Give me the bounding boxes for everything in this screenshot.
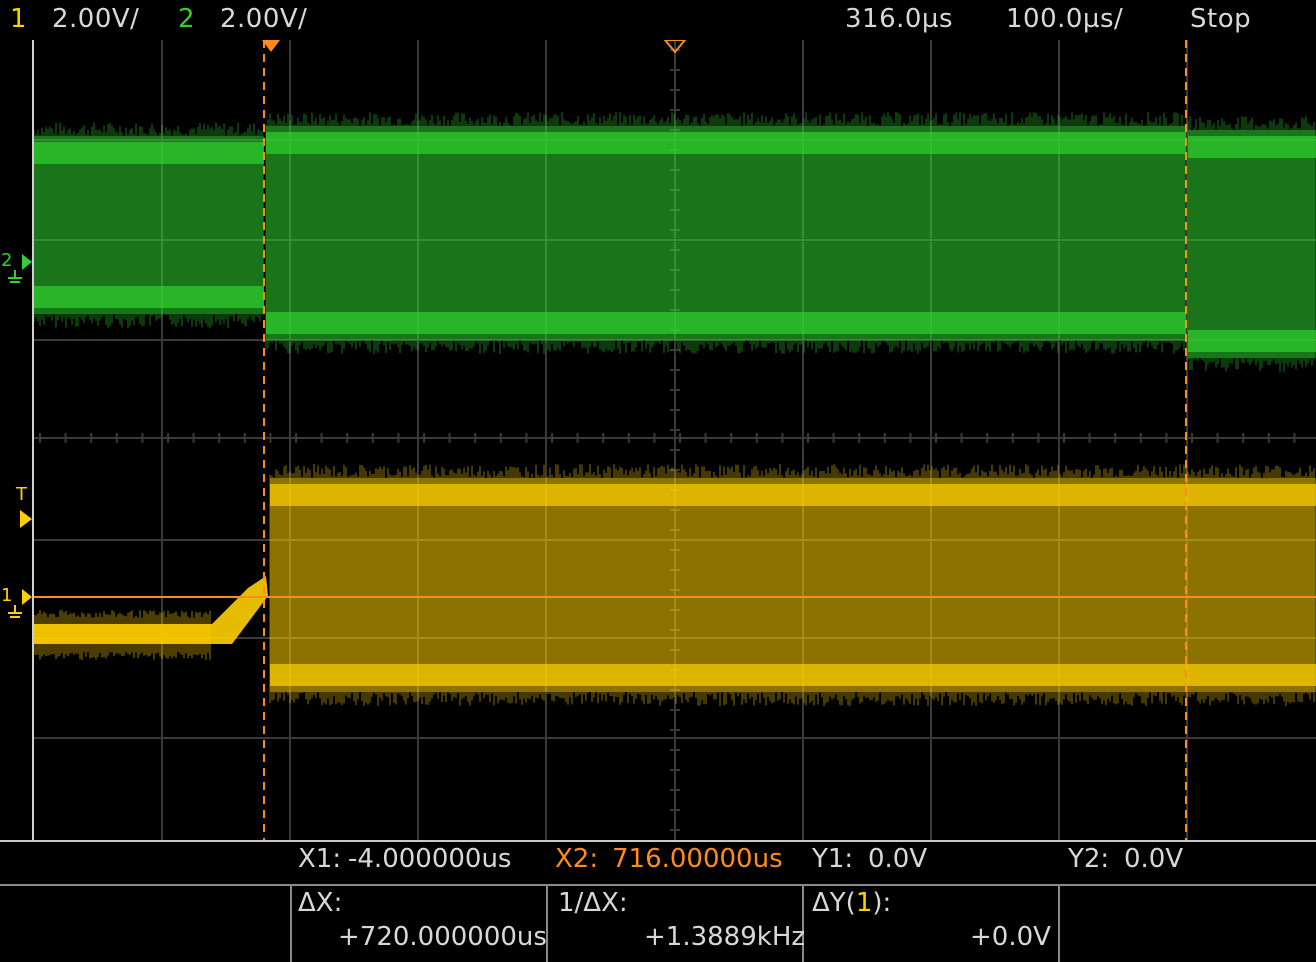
y1-label: Y1:: [812, 844, 854, 874]
readout-divider: [0, 884, 1316, 886]
inverse-delta-x-value: +1.3889kHz: [644, 922, 806, 952]
ch2-scale[interactable]: 2.00V/: [220, 4, 307, 34]
ch1-ground-marker[interactable]: 1: [0, 583, 34, 625]
ground-arrow-icon: [8, 589, 32, 618]
ch1-scale[interactable]: 2.00V/: [52, 4, 139, 34]
ch2-band-pre-edge: [34, 142, 264, 164]
ch1-trace: [33, 464, 1316, 706]
ch1-number[interactable]: 1: [10, 4, 27, 34]
readout-separator: [1058, 884, 1060, 962]
ch1-pre-level: [34, 624, 212, 644]
cursor-readout-panel: X1: -4.000000us X2: 716.00000us Y1: 0.0V…: [0, 840, 1316, 962]
delta-y-label: ΔY(1):: [812, 888, 892, 918]
ch1-band-main-edge: [270, 484, 1316, 506]
inverse-delta-x-label: 1/ΔX:: [558, 888, 628, 918]
y2-label: Y2:: [1068, 844, 1110, 874]
ch2-band-main-edge: [266, 312, 1186, 334]
status-bar: 1 2.00V/ 2 2.00V/ 316.0µs 100.0µs/ Stop: [0, 0, 1316, 40]
timebase[interactable]: 100.0µs/: [1006, 4, 1123, 34]
ch2-trace: [33, 112, 1316, 372]
y2-value[interactable]: 0.0V: [1124, 844, 1183, 874]
delta-y-value: +0.0V: [970, 922, 1051, 952]
x1-value[interactable]: -4.000000us: [348, 844, 511, 874]
delta-x-value: +720.000000us: [338, 922, 547, 952]
ch2-band-main-edge: [266, 132, 1186, 154]
ch2-ground-marker[interactable]: 2: [0, 248, 34, 288]
horizontal-delay[interactable]: 316.0µs: [845, 4, 953, 34]
trigger-level-marker[interactable]: T: [0, 484, 34, 530]
ch2-number[interactable]: 2: [178, 4, 195, 34]
ch2-band-pre-edge: [34, 286, 264, 308]
ch1-band-main-fill: [270, 478, 1316, 692]
waveform-display[interactable]: 2 T 1: [0, 40, 1316, 840]
run-state[interactable]: Stop: [1190, 4, 1251, 34]
ground-arrow-icon: [8, 254, 32, 283]
delta-x-label: ΔX:: [298, 888, 343, 918]
x2-label: X2:: [555, 844, 599, 874]
y1-value[interactable]: 0.0V: [868, 844, 927, 874]
ch2-band-post-edge: [1188, 330, 1316, 352]
readout-separator: [290, 884, 292, 962]
x1-label: X1:: [298, 844, 342, 874]
trigger-arrow-icon: [20, 510, 32, 528]
ch2-band-post-edge: [1188, 136, 1316, 158]
ch1-ramp: [212, 576, 268, 644]
ch1-band-main-edge: [270, 664, 1316, 686]
x2-value[interactable]: 716.00000us: [612, 844, 783, 874]
waveform-canvas: [32, 40, 1316, 840]
